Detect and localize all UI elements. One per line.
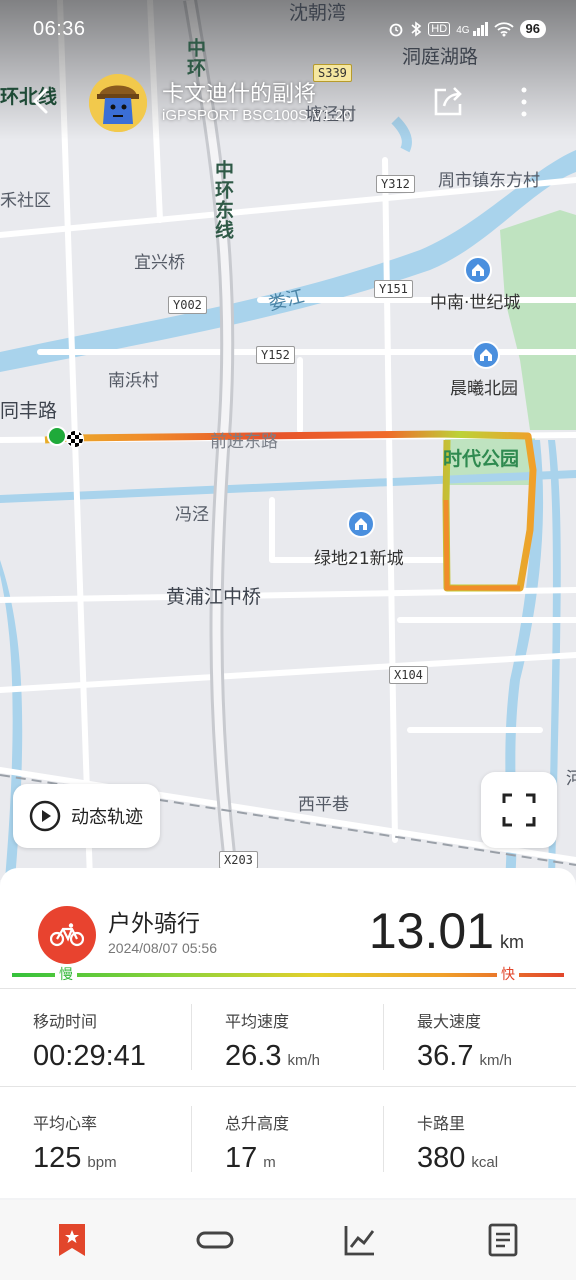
nav-charts[interactable] — [340, 1220, 380, 1260]
road-tag-y002: Y002 — [168, 296, 207, 314]
stat-label: 卡路里 — [417, 1114, 466, 1133]
stat-label: 平均速度 — [225, 1012, 290, 1031]
status-bar: 06:36 HD 4G 96 — [0, 0, 576, 60]
map-label-edge-right: 河 — [566, 769, 576, 789]
stat-avg-speed: 平均速度 26.3 km/h — [225, 1008, 385, 1073]
start-marker — [47, 426, 67, 446]
stat-unit: bpm — [87, 1154, 117, 1171]
device-subtitle: iGPSPORT BSC100S V1.20 — [162, 107, 352, 124]
map-label-huangpujiang-bridge: 黄浦江中桥 — [166, 586, 262, 608]
divider — [0, 1086, 576, 1087]
link-icon — [196, 1231, 234, 1249]
wifi-icon — [493, 22, 514, 37]
map-label-chenxi-beiyuan: 晨曦北园 — [450, 379, 518, 399]
chart-icon — [344, 1226, 375, 1256]
divider — [191, 1004, 192, 1070]
divider — [0, 988, 576, 989]
stat-unit: m — [263, 1154, 276, 1171]
road-tag-y312: Y312 — [376, 175, 415, 193]
stat-value: 36.7 — [417, 1040, 474, 1072]
bluetooth-icon — [411, 21, 422, 37]
share-icon[interactable] — [432, 84, 466, 118]
fullscreen-icon — [502, 793, 536, 827]
speed-gradient-bar — [12, 973, 564, 977]
map-label-lvdi21: 绿地21新城 — [314, 549, 404, 569]
play-circle-icon — [29, 800, 61, 832]
bicycle-icon — [38, 906, 96, 964]
distance-value: 13.01 — [368, 903, 494, 959]
dynamic-track-button[interactable]: 动态轨迹 — [13, 784, 160, 848]
status-icons: HD 4G 96 — [388, 20, 546, 38]
map-label-xipingxiang: 西平巷 — [298, 795, 349, 815]
map-label-yixingqiao: 宜兴桥 — [134, 253, 185, 273]
map-label-shidai-park: 时代公园 — [443, 448, 520, 470]
stat-label: 移动时间 — [33, 1012, 98, 1031]
map-label-zhongnan-shiji: 中南·世纪城 — [430, 293, 521, 313]
stat-value: 00:29:41 — [33, 1040, 146, 1072]
stat-label: 最大速度 — [417, 1012, 482, 1031]
map-label-qianjin-east: 前进东路 — [210, 432, 278, 452]
dynamic-track-label: 动态轨迹 — [71, 807, 143, 828]
back-arrow-icon[interactable] — [26, 86, 56, 116]
divider — [383, 1106, 384, 1172]
avatar[interactable] — [89, 74, 147, 132]
network-type-label: 4G — [456, 25, 470, 36]
more-vertical-icon[interactable] — [514, 84, 534, 120]
fullscreen-button[interactable] — [481, 772, 557, 848]
activity-detail-screen: 沈朝湾 洞庭湖路 环北线 中环 塘泾村 禾社区 周市镇东方村 中环东线 宜兴桥 … — [0, 0, 576, 1280]
stat-label: 平均心率 — [33, 1114, 98, 1133]
divider — [383, 1004, 384, 1070]
signal-4g-icon: 4G — [456, 22, 488, 36]
hd-icon: HD — [428, 22, 451, 36]
stat-avg-heart-rate: 平均心率 125 bpm — [33, 1110, 193, 1175]
legend-fast-label: 快 — [497, 965, 519, 985]
stat-value: 26.3 — [225, 1040, 282, 1072]
map-label-hesheqv: 禾社区 — [0, 191, 51, 211]
nav-segments[interactable] — [195, 1220, 235, 1260]
road-tag-y152: Y152 — [256, 346, 295, 364]
nav-details[interactable] — [483, 1220, 523, 1260]
map-label-nanbincun: 南浜村 — [108, 371, 159, 391]
stat-label: 总升高度 — [225, 1114, 290, 1133]
stat-max-speed: 最大速度 36.7 km/h — [417, 1008, 576, 1073]
stat-calories: 卡路里 380 kcal — [417, 1110, 576, 1175]
activity-summary-card: 户外骑行 2024/08/07 05:56 13.01 km 慢 快 移动时间 … — [0, 868, 576, 1198]
stat-value: 125 — [33, 1142, 82, 1174]
speed-legend: 慢 快 — [12, 965, 564, 985]
activity-date: 2024/08/07 05:56 — [108, 940, 217, 956]
legend-slow-label: 慢 — [55, 965, 77, 985]
document-icon — [488, 1223, 518, 1257]
activity-type: 户外骑行 — [108, 911, 200, 937]
stat-unit: km/h — [287, 1052, 320, 1069]
stat-unit: km/h — [479, 1052, 512, 1069]
page-title: 卡文迪什的副将 — [162, 82, 317, 107]
stat-elevation-gain: 总升高度 17 m — [225, 1110, 385, 1175]
battery-indicator: 96 — [519, 20, 546, 38]
stat-value: 380 — [417, 1142, 466, 1174]
residential-poi-icon — [472, 341, 500, 369]
bottom-nav — [0, 1200, 576, 1280]
distance-unit: km — [500, 932, 524, 952]
road-tag-x203: X203 — [219, 851, 258, 869]
map-label-fengjing: 冯泾 — [175, 505, 209, 525]
finish-flag-icon — [66, 430, 84, 448]
nav-summary[interactable] — [52, 1220, 92, 1260]
residential-poi-icon — [464, 256, 492, 284]
road-tag-y151: Y151 — [374, 280, 413, 298]
total-distance: 13.01 km — [369, 902, 524, 960]
status-time: 06:36 — [33, 18, 86, 40]
bookmark-icon — [59, 1224, 85, 1256]
alarm-icon — [389, 23, 403, 37]
divider — [191, 1106, 192, 1172]
stat-value: 17 — [225, 1142, 258, 1174]
map-label-zhoushi-dongfang: 周市镇东方村 — [438, 171, 540, 191]
map-label-tongfeng-road: 同丰路 — [0, 400, 58, 422]
map-label-zhonghuan-east: 中环东线 — [212, 160, 234, 240]
stat-moving-time: 移动时间 00:29:41 — [33, 1008, 193, 1073]
stat-unit: kcal — [471, 1154, 499, 1171]
header-bar: 卡文迪什的副将 iGPSPORT BSC100S V1.20 — [0, 62, 576, 140]
road-tag-x104: X104 — [389, 666, 428, 684]
residential-poi-icon — [347, 510, 375, 538]
